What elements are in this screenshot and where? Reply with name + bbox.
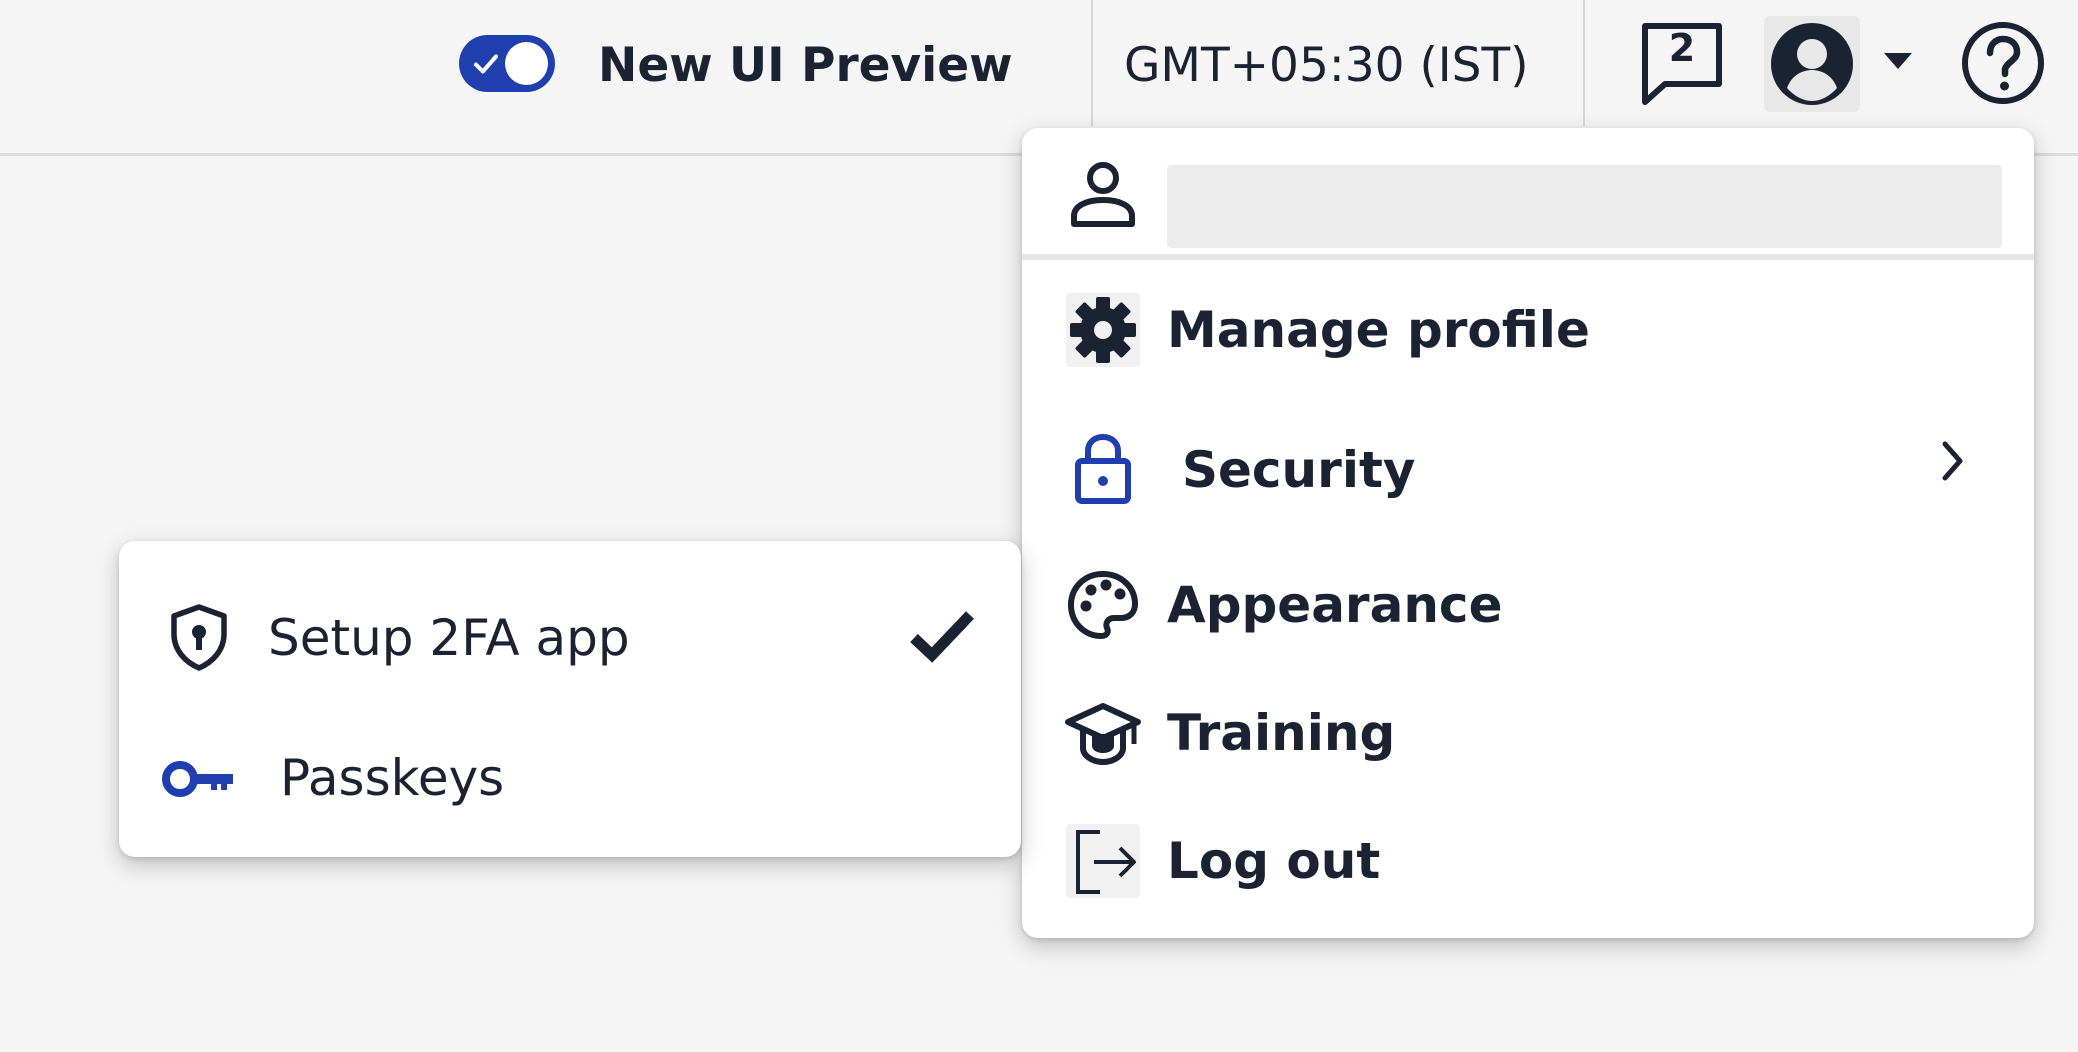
chevron-right-icon bbox=[1942, 441, 1963, 481]
user-avatar-icon bbox=[1771, 23, 1853, 105]
security-submenu: Setup 2FA app Passkeys bbox=[119, 541, 1021, 857]
palette-icon bbox=[1068, 571, 1138, 639]
menu-item-label: Log out bbox=[1167, 832, 1381, 890]
submenu-item-label: Passkeys bbox=[280, 749, 505, 807]
menu-item-manage-profile[interactable]: Manage profile bbox=[1022, 275, 2034, 385]
new-ui-preview-toggle[interactable] bbox=[459, 35, 555, 92]
menu-item-log-out[interactable]: Log out bbox=[1022, 806, 2034, 916]
submenu-item-setup-2fa-app[interactable]: Setup 2FA app bbox=[119, 569, 1021, 699]
notifications-button[interactable]: 2 bbox=[1639, 20, 1725, 106]
logout-icon bbox=[1066, 824, 1140, 898]
menu-item-appearance[interactable]: Appearance bbox=[1022, 550, 2034, 660]
menu-item-security[interactable]: Security bbox=[1022, 413, 2034, 523]
toggle-knob bbox=[505, 42, 548, 85]
timezone-selector[interactable]: GMT+05:30 (IST) bbox=[1124, 36, 1529, 96]
menu-item-label: Security bbox=[1182, 441, 1416, 499]
user-outline-icon bbox=[1071, 162, 1135, 227]
new-ui-preview-label: New UI Preview bbox=[598, 38, 1013, 93]
user-menu-dropdown: Manage profile Security Appearance Train… bbox=[1022, 128, 2034, 938]
menu-item-label: Training bbox=[1167, 704, 1396, 762]
help-icon[interactable] bbox=[1960, 20, 2046, 106]
shield-keyhole-icon bbox=[171, 604, 227, 671]
menu-item-label: Appearance bbox=[1167, 576, 1503, 634]
header-divider bbox=[1091, 0, 1093, 126]
check-icon bbox=[474, 54, 498, 74]
user-name-placeholder bbox=[1167, 165, 2002, 248]
submenu-item-label: Setup 2FA app bbox=[268, 609, 630, 667]
notifications-count: 2 bbox=[1668, 26, 1696, 70]
gear-icon bbox=[1066, 293, 1140, 367]
header-divider bbox=[1583, 0, 1585, 126]
key-icon bbox=[162, 761, 233, 797]
user-menu-button[interactable] bbox=[1764, 16, 1860, 112]
user-info-row bbox=[1022, 128, 2034, 260]
lock-icon bbox=[1075, 433, 1131, 504]
checkmark-icon bbox=[910, 611, 974, 663]
graduation-cap-icon bbox=[1065, 703, 1141, 766]
caret-down-icon[interactable] bbox=[1882, 50, 1914, 72]
menu-item-label: Manage profile bbox=[1167, 301, 1590, 359]
submenu-item-passkeys[interactable]: Passkeys bbox=[119, 714, 1021, 844]
menu-item-training[interactable]: Training bbox=[1022, 678, 2034, 788]
